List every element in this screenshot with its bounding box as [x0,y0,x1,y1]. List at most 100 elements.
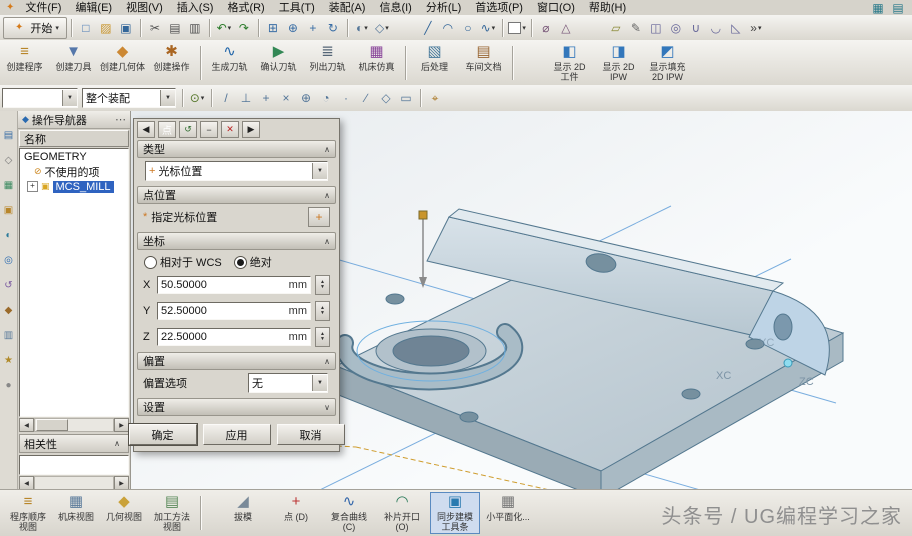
center-bore[interactable] [376,329,486,373]
program-order-view-button[interactable]: ≡程序顺序 视图 [4,493,52,533]
selection-scope-caret-icon[interactable]: ▼ [160,90,175,106]
create-geometry-button[interactable]: ◆创建几何体 [98,43,147,83]
assembly-navigator-icon[interactable]: ▤ [1,127,17,143]
existing-point-icon[interactable]: · [337,89,355,107]
mid-point-icon[interactable]: ⊥ [237,89,255,107]
scroll-thumb[interactable] [36,419,68,431]
fit-view-icon[interactable]: ⊞ [264,19,282,37]
menu-tools[interactable]: 工具(T) [272,1,322,15]
create-operation-button[interactable]: ✱创建操作 [147,43,196,83]
offset-option-combo[interactable]: 无 ▼ [248,373,328,393]
scroll-right-icon[interactable]: ▶ [114,476,129,490]
wireframe-display-icon[interactable]: ◇▾ [373,19,391,37]
navigator-title-bar[interactable]: ◆ 操作导航器 ⋯ [18,111,130,129]
extrude-icon[interactable]: ◫ [647,19,665,37]
machine-simulation-button[interactable]: ▦机床仿真 [352,43,401,83]
x-input[interactable]: 50.50000 mm [157,276,311,294]
composite-curve-button[interactable]: ∿复合曲线 (C) [325,493,373,533]
control-point-icon[interactable]: + [257,89,275,107]
constraint-navigator-icon[interactable]: ◇ [1,152,17,168]
edge-blend-icon[interactable]: ◡ [707,19,725,37]
bounded-plane-icon[interactable]: ▭ [397,89,415,107]
minimize-dialog-icon[interactable]: − [200,121,218,138]
menu-help[interactable]: 帮助(H) [582,1,633,15]
relative-to-wcs-radio[interactable]: 相对于 WCS [144,254,222,270]
scroll-track[interactable] [34,418,114,432]
spin-down-icon[interactable]: ▼ [320,311,325,316]
more-tools-icon[interactable]: »▾ [747,19,765,37]
hole-icon[interactable]: ◎ [667,19,685,37]
section-coordinates-header[interactable]: 坐标 ∧ [137,232,336,250]
section-type-header[interactable]: 类型 ∧ [137,140,336,158]
chamfer-icon[interactable]: ◺ [727,19,745,37]
copy-icon[interactable]: ▤ [166,19,184,37]
draft-button[interactable]: ◢拔模 [219,493,267,533]
y-spinner[interactable]: ▲ ▼ [315,301,330,321]
machining-method-view-button[interactable]: ▤加工方法 视图 [148,493,196,533]
close-dialog-icon[interactable]: ✕ [221,121,239,138]
undo-icon[interactable]: ↶▾ [215,19,233,37]
machine-tool-view-button[interactable]: ▦机床视图 [52,493,100,533]
generate-toolpath-button[interactable]: ∿生成刀轨 [205,43,254,83]
x-spinner[interactable]: ▲ ▼ [315,275,330,295]
save-icon[interactable]: ▣ [117,19,135,37]
measure-icon[interactable]: ⌀ [537,19,555,37]
point-type-combo[interactable]: + 光标位置 ▼ [145,161,328,181]
rotate-view-icon[interactable]: ↻ [324,19,342,37]
menu-format[interactable]: 格式(R) [220,1,271,15]
shop-documentation-button[interactable]: ▤车间文档 [459,43,508,83]
section-point-location-header[interactable]: 点位置 ∧ [137,186,336,204]
navigator-column-header[interactable]: 名称 [19,130,129,147]
tree-row-mcs-mill[interactable]: + ▣ MCS_MILL [20,179,128,194]
point-button[interactable]: +点 (D) [272,493,320,533]
menu-file[interactable]: 文件(F) [18,1,68,15]
menu-information[interactable]: 信息(I) [372,1,418,15]
roles-icon[interactable]: ● [1,377,17,393]
point-on-surface-icon[interactable]: ◇ [377,89,395,107]
geometry-view-button[interactable]: ◆几何视图 [100,493,148,533]
studio-spline-icon[interactable]: ∿▾ [479,19,497,37]
machine-tool-navigator-icon[interactable]: ◐ [1,227,17,243]
navigator-menu-icon[interactable]: ⋯ [115,113,126,126]
point-type-caret-icon[interactable]: ▼ [312,163,327,179]
facet-body-button[interactable]: ▦小平面化... [484,493,532,533]
scroll-left-icon[interactable]: ◀ [19,418,34,432]
wcs-orient-icon[interactable]: ⌖ [426,89,444,107]
apply-button[interactable]: 应用 [203,424,271,445]
ok-button[interactable]: 确定 [129,424,197,445]
verify-toolpath-button[interactable]: ▶确认刀轨 [254,43,303,83]
synchronous-modeling-button[interactable]: ▣同步建模 工具条 [431,493,479,533]
menu-assemblies[interactable]: 装配(A) [322,1,373,15]
quadrant-point-icon[interactable]: ◔ [317,89,335,107]
pan-icon[interactable]: + [304,19,322,37]
integrated-browser-icon[interactable]: ◎ [1,252,17,268]
operation-navigator-tab-icon[interactable]: ▣ [1,202,17,218]
selection-scope-combo[interactable]: 整个装配 ▼ [82,88,176,108]
absolute-radio[interactable]: 绝对 [234,254,272,270]
back-icon[interactable]: ◀ [137,121,155,138]
scroll-track[interactable] [34,476,114,490]
point-dialog-icon[interactable]: 点 [158,121,176,138]
navigator-hscrollbar[interactable]: ◀ ▶ [19,418,129,432]
reset-icon[interactable]: ↺ [179,121,197,138]
menu-insert[interactable]: 插入(S) [170,1,221,15]
menu-window[interactable]: 窗口(O) [530,1,582,15]
show-filled-2d-ipw-button[interactable]: ◩显示填充 2D IPW [643,43,692,83]
zoom-icon[interactable]: ⊕ [284,19,302,37]
color-swatch-icon[interactable]: ▾ [508,19,526,37]
history-palette-icon[interactable]: ↺ [1,277,17,293]
start-button[interactable]: ✦ 开始 ▾ [3,17,67,39]
z-spinner[interactable]: ▲ ▼ [315,327,330,347]
paste-icon[interactable]: ▥ [186,19,204,37]
postprocess-button[interactable]: ▧后处理 [410,43,459,83]
snap-point-icon[interactable]: ⊙▾ [188,89,206,107]
process-studio-icon[interactable]: ▥ [1,327,17,343]
menu-analysis[interactable]: 分析(L) [419,1,468,15]
circle-icon[interactable]: ○ [459,19,477,37]
tree-row-geometry[interactable]: GEOMETRY [20,149,128,164]
offset-option-caret-icon[interactable]: ▼ [312,375,327,391]
cancel-button[interactable]: 取消 [277,424,345,445]
expander-icon[interactable]: + [27,181,38,192]
dependencies-hscrollbar[interactable]: ◀ ▶ [19,477,129,489]
collapse-panel-icon[interactable]: ∧ [111,438,123,450]
